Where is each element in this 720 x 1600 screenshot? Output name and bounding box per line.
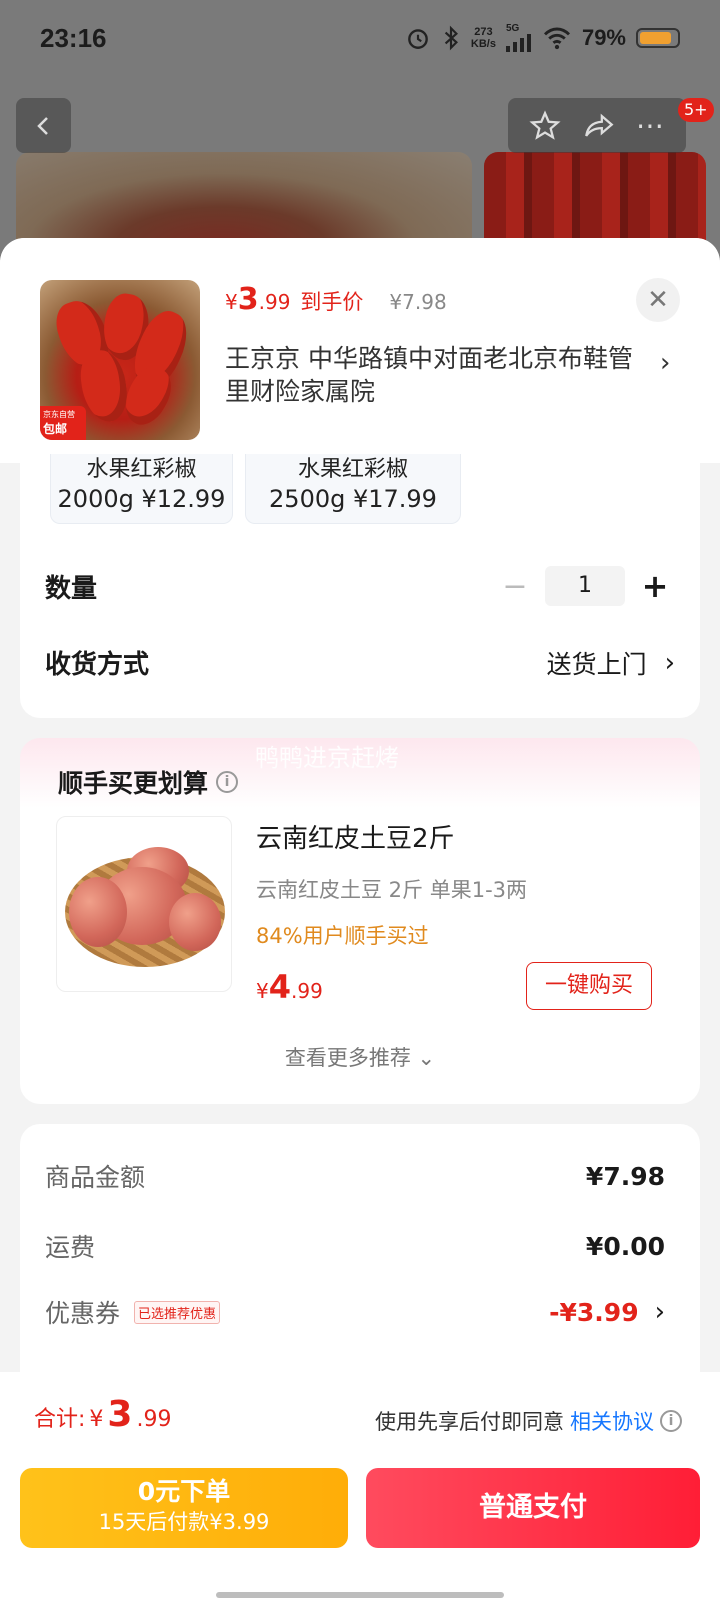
quantity-stepper: − 1 + <box>495 566 675 606</box>
chevron-right-icon: › <box>654 1297 665 1327</box>
upsell-product-name[interactable]: 云南红皮土豆2斤 <box>256 818 455 855</box>
options-card: 水果红彩椒 2000g ¥12.99 水果红彩椒 2500g ¥17.99 数量… <box>20 454 700 718</box>
battery-percent: 79% <box>581 25 626 50</box>
upsell-card: 鸭鸭进京赶烤 顺手买更划算 i 云南红皮土豆2斤 云南红皮土豆 2斤 单果1-3… <box>20 738 700 1104</box>
more-recommendations-link[interactable]: 查看更多推荐 ⌄ <box>20 1042 700 1072</box>
info-icon[interactable]: i <box>660 1410 682 1432</box>
cellular-signal: 5G <box>505 24 532 52</box>
info-icon[interactable]: i <box>216 771 239 793</box>
coupon-tag: 已选推荐优惠 <box>134 1300 221 1324</box>
pay-later-button[interactable]: 0元下单 15天后付款¥3.99 <box>20 1468 348 1548</box>
upsell-product-desc: 云南红皮土豆 2斤 单果1-3两 <box>256 878 528 902</box>
thumbnail-tag: 京东自营 包邮 <box>40 406 86 440</box>
spec-option[interactable]: 水果红彩椒 2500g ¥17.99 <box>245 454 461 524</box>
more-icon[interactable]: ⋯ <box>636 109 666 142</box>
star-icon[interactable] <box>528 109 562 143</box>
delivery-method-value: 送货上门 › <box>546 647 675 679</box>
close-icon: ✕ <box>647 285 669 315</box>
notification-badge: 5+ <box>678 98 714 122</box>
goods-amount-row: 商品金额 ¥7.98 <box>45 1161 665 1193</box>
increase-button[interactable]: + <box>635 567 675 605</box>
delivery-method-label: 收货方式 <box>45 650 150 680</box>
wifi-icon <box>543 27 570 50</box>
close-button[interactable]: ✕ <box>636 278 680 322</box>
status-bar: 23:16 273 KB/s 5G 79% <box>0 0 720 76</box>
top-actions: ⋯ <box>508 98 686 153</box>
battery-icon <box>636 28 680 48</box>
alarm-icon <box>408 29 428 49</box>
upsell-price: ¥4.99 <box>256 968 323 1006</box>
total-price: 合计: ¥3.99 <box>34 1394 172 1435</box>
delivery-method-row[interactable]: 收货方式 送货上门 › <box>45 644 675 681</box>
quantity-label: 数量 <box>45 573 98 604</box>
spec-option[interactable]: 水果红彩椒 2000g ¥12.99 <box>50 454 233 524</box>
one-click-buy-button[interactable]: 一键购买 <box>526 962 652 1010</box>
upsell-product-image[interactable] <box>56 816 232 992</box>
signal-icon <box>505 34 531 52</box>
chevron-right-icon: › <box>664 647 675 678</box>
normal-pay-button[interactable]: 普通支付 <box>366 1468 700 1548</box>
checkout-bar: 合计: ¥3.99 使用先享后付即同意 相关协议 i 0元下单 15天后付款¥3.… <box>0 1372 720 1600</box>
watermark-text: 鸭鸭进京赶烤 <box>255 744 399 772</box>
decrease-button[interactable]: − <box>495 569 535 604</box>
quantity-input[interactable]: 1 <box>545 566 625 606</box>
chevron-left-icon <box>36 116 48 135</box>
chevron-right-icon[interactable]: › <box>660 348 670 378</box>
net-speed: 273 KB/s <box>470 26 496 50</box>
shipping-row: 运费 ¥0.00 <box>45 1231 665 1263</box>
original-price: ¥7.98 <box>389 290 447 314</box>
delivery-address[interactable]: 王京京 中华路镇中对面老北京布鞋管里财险家属院 <box>225 342 635 408</box>
upsell-social-proof: 84%用户顺手买过 <box>256 924 429 948</box>
product-thumbnail: 京东自营 包邮 <box>40 280 200 440</box>
price-row: ¥3.99 到手价 ¥7.98 <box>225 282 447 317</box>
final-price: ¥3.99 <box>225 282 291 317</box>
sheet-header: 京东自营 包邮 ¥3.99 到手价 ¥7.98 ✕ 王京京 中华路镇中对面老北京… <box>0 238 720 463</box>
share-icon[interactable] <box>582 109 616 143</box>
back-button[interactable] <box>16 98 71 153</box>
final-price-label: 到手价 <box>300 290 364 314</box>
status-icons: 273 KB/s 5G 79% <box>405 24 680 52</box>
agreement-link[interactable]: 相关协议 <box>570 1406 654 1436</box>
coupon-row[interactable]: 优惠券 已选推荐优惠 -¥3.99 › <box>45 1294 665 1330</box>
quantity-row: 数量 − 1 + <box>45 566 675 606</box>
agreement-text: 使用先享后付即同意 相关协议 i <box>375 1406 682 1436</box>
home-indicator[interactable] <box>216 1592 504 1598</box>
status-time: 23:16 <box>40 22 107 53</box>
bluetooth-icon <box>444 25 458 51</box>
upsell-title: 顺手买更划算 i <box>58 764 239 800</box>
